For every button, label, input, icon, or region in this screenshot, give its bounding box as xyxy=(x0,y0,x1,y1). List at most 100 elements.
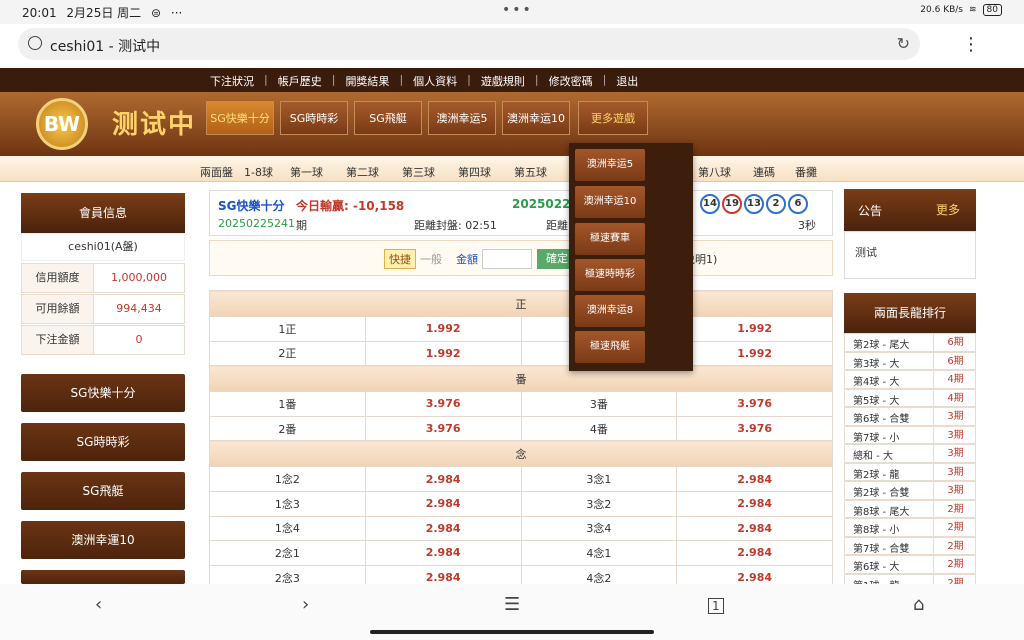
amount-label: 金額 xyxy=(456,253,478,266)
bet-item[interactable]: 3念4 xyxy=(520,515,678,542)
seconds: 3秒 xyxy=(798,219,816,232)
bet-item[interactable]: 1念4 xyxy=(209,515,366,542)
left-btn-partial[interactable] xyxy=(21,570,185,584)
bet-item[interactable]: 1念2 xyxy=(209,466,366,492)
current-period: 20250225241 xyxy=(218,217,295,230)
dropdown-au5[interactable]: 澳洲幸运5 xyxy=(575,149,645,181)
game-tab-sg-boat[interactable]: SG飛艇 xyxy=(354,101,422,135)
game-tab-sg-happy10[interactable]: SG快樂十分 xyxy=(206,101,274,135)
bet-item[interactable]: 1正 xyxy=(209,316,366,342)
subnav-ball-8[interactable]: 第八球 xyxy=(698,164,731,180)
result-ball: 6 xyxy=(788,194,808,214)
bet-item[interactable]: 3念1 xyxy=(520,466,678,492)
ranking-count: 3期 xyxy=(933,408,977,425)
dropdown-speed-boat[interactable]: 極速飛艇 xyxy=(575,331,645,363)
tab-title: ceshi01 - 测试中 xyxy=(50,39,161,55)
forward-icon[interactable]: › xyxy=(302,594,309,615)
notice-body: 测试 xyxy=(844,231,976,279)
brand-title: 测试中 xyxy=(112,110,197,140)
top-link[interactable]: 下注狀況 xyxy=(210,73,254,89)
odds-value[interactable]: 2.984 xyxy=(676,490,833,517)
odds-value[interactable]: 2.984 xyxy=(676,515,833,542)
ranking-count: 3期 xyxy=(933,463,977,481)
game-name: SG快樂十分 xyxy=(218,199,285,213)
date: 2月25日 周二 xyxy=(66,6,142,20)
sub-nav-bar xyxy=(0,156,1024,182)
odds-value[interactable]: 1.992 xyxy=(676,316,833,342)
notice-more-link[interactable]: 更多 xyxy=(936,201,960,218)
result-ball: 14 xyxy=(700,194,720,214)
left-btn-au10[interactable]: 澳洲幸運10 xyxy=(21,521,185,559)
odds-value[interactable]: 3.976 xyxy=(676,391,833,417)
left-btn-sg-ssc[interactable]: SG時時彩 xyxy=(21,423,185,461)
dropdown-speed-ssc[interactable]: 極速時時彩 xyxy=(575,259,645,291)
ranking-count: 4期 xyxy=(933,371,977,388)
bet-item[interactable]: 4番 xyxy=(520,415,678,442)
bet-item[interactable]: 1念3 xyxy=(209,490,366,517)
ranking-count: 2期 xyxy=(933,537,977,555)
odds-value[interactable]: 3.976 xyxy=(364,415,522,442)
odds-value[interactable]: 2.984 xyxy=(364,515,522,542)
table-row: 1念4 2.984 3念4 2.984 xyxy=(209,515,833,542)
menu-kebab-icon[interactable]: ⋮ xyxy=(962,34,980,55)
bet-item[interactable]: 4念1 xyxy=(520,540,678,566)
dropdown-au8[interactable]: 澳洲幸运8 xyxy=(575,295,645,327)
back-icon[interactable]: ‹ xyxy=(95,594,102,615)
subnav-ball-2[interactable]: 第二球 xyxy=(346,164,379,180)
subnav-balls-1-8[interactable]: 1-8球 xyxy=(244,164,273,180)
top-link[interactable]: 遊戲規則 xyxy=(481,73,525,89)
subnav-ball-1[interactable]: 第一球 xyxy=(290,164,323,180)
top-link[interactable]: 帳戶歷史 xyxy=(278,73,322,89)
subnav-ball-5[interactable]: 第五球 xyxy=(514,164,547,180)
ranking-count: 3期 xyxy=(933,482,977,499)
normal-mode-button[interactable]: 一般 xyxy=(420,251,442,267)
separator: | xyxy=(467,73,471,86)
subnav-fantan[interactable]: 番攤 xyxy=(795,164,817,180)
ranking-row: 第3球 - 大 6期 xyxy=(844,351,976,370)
menu-icon[interactable]: ☰ xyxy=(504,594,520,615)
dropdown-au10[interactable]: 澳洲幸运10 xyxy=(575,186,645,218)
odds-value[interactable]: 2.984 xyxy=(676,540,833,566)
bet-item[interactable]: 2番 xyxy=(209,415,366,442)
top-link[interactable]: 開獎結果 xyxy=(345,73,389,89)
subnav-two-sides[interactable]: 兩面盤 xyxy=(200,164,233,180)
odds-value[interactable]: 2.984 xyxy=(676,466,833,492)
odds-value[interactable]: 2.984 xyxy=(364,540,522,566)
odds-value[interactable]: 1.992 xyxy=(364,316,522,342)
home-icon[interactable]: ⌂ xyxy=(913,594,924,615)
top-link[interactable]: 修改密碼 xyxy=(549,73,593,89)
odds-value[interactable]: 2.984 xyxy=(364,490,522,517)
subnav-ball-4[interactable]: 第四球 xyxy=(458,164,491,180)
subnav-ball-3[interactable]: 第三球 xyxy=(402,164,435,180)
ranking-item: 第2球 - 合雙 xyxy=(853,488,910,499)
game-tab-more[interactable]: 更多遊戲 xyxy=(578,101,648,135)
bet-item[interactable]: 3念2 xyxy=(520,490,678,517)
game-tab-au5[interactable]: 澳洲幸运5 xyxy=(428,101,496,135)
game-tab-sg-ssc[interactable]: SG時時彩 xyxy=(280,101,348,135)
address-bar[interactable]: ceshi01 - 测试中 ↻ xyxy=(18,28,920,60)
dropdown-speed-racing[interactable]: 極速賽車 xyxy=(575,223,645,255)
bet-item[interactable]: 3番 xyxy=(520,391,678,417)
reload-icon[interactable]: ↻ xyxy=(897,34,910,53)
quick-mode-button[interactable]: 快捷 xyxy=(384,249,416,269)
bet-item[interactable]: 2正 xyxy=(209,340,366,367)
odds-value[interactable]: 3.976 xyxy=(676,415,833,442)
game-tab-au10[interactable]: 澳洲幸运10 xyxy=(502,101,570,135)
window-dots-icon[interactable]: ••• xyxy=(502,2,533,18)
amount-input[interactable] xyxy=(482,249,532,269)
bet-amount-row: 下注金額 0 xyxy=(21,325,185,355)
ranking-item: 第2球 - 尾大 xyxy=(853,340,910,351)
result-ball: 2 xyxy=(766,194,786,214)
top-link[interactable]: 個人資料 xyxy=(413,73,457,89)
bet-item[interactable]: 2念1 xyxy=(209,540,366,566)
odds-value[interactable]: 1.992 xyxy=(676,340,833,367)
tabs-icon[interactable]: 1 xyxy=(708,598,724,614)
left-btn-sg-boat[interactable]: SG飛艇 xyxy=(21,472,185,510)
odds-value[interactable]: 2.984 xyxy=(364,466,522,492)
odds-value[interactable]: 1.992 xyxy=(364,340,522,367)
left-btn-sg-happy10[interactable]: SG快樂十分 xyxy=(21,374,185,412)
odds-value[interactable]: 3.976 xyxy=(364,391,522,417)
bet-item[interactable]: 1番 xyxy=(209,391,366,417)
subnav-link-code[interactable]: 連碼 xyxy=(753,164,775,180)
top-link[interactable]: 退出 xyxy=(616,73,638,89)
